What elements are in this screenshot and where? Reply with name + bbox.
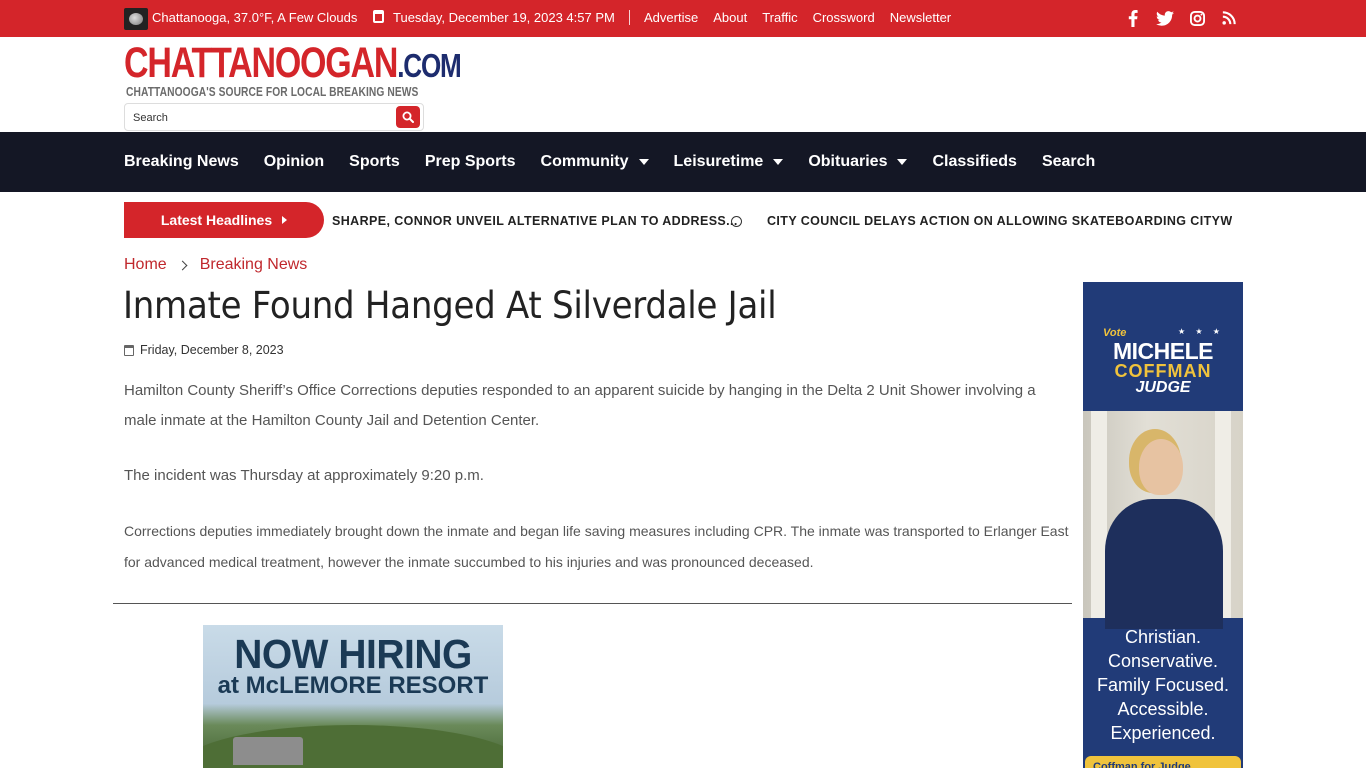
divider bbox=[629, 10, 630, 25]
ad-subheadline: at McLEMORE RESORT bbox=[217, 672, 489, 699]
caret-down-icon bbox=[638, 159, 649, 165]
site-logo[interactable]: CHATTANOOGAN.COM CHATTANOOGA'S SOURCE FO… bbox=[124, 42, 462, 100]
article-paragraph: Hamilton County Sheriff’s Office Correct… bbox=[124, 382, 1036, 429]
caret-down-icon bbox=[773, 159, 784, 165]
article-paragraph: Corrections deputies immediately brought… bbox=[124, 523, 1069, 570]
weather-cloud-icon bbox=[124, 8, 148, 30]
nav-item-label: Sports bbox=[349, 153, 400, 170]
link-newsletter[interactable]: Newsletter bbox=[890, 10, 951, 25]
caret-right-icon bbox=[282, 216, 288, 224]
ad-slogan-line: Accessible. bbox=[1117, 699, 1209, 719]
link-about[interactable]: About bbox=[713, 10, 747, 25]
nav-item-label: Opinion bbox=[263, 153, 325, 170]
nav-item-leisuretime[interactable]: Leisuretime bbox=[674, 153, 784, 171]
ad-building bbox=[233, 737, 303, 765]
current-date: Tuesday, December 19, 2023 4:57 PM bbox=[393, 10, 615, 25]
facebook-icon[interactable] bbox=[1124, 9, 1142, 27]
latest-headlines-label: Latest Headlines bbox=[160, 212, 273, 228]
article-date-text: Friday, December 8, 2023 bbox=[140, 343, 284, 357]
ad-cta-button[interactable]: Coffman for Judge bbox=[1085, 756, 1241, 768]
breadcrumb: Home Breaking News bbox=[124, 256, 307, 274]
ad-office: JUDGE bbox=[1135, 379, 1191, 396]
top-links: Advertise About Traffic Crossword Newsle… bbox=[644, 10, 951, 25]
photo-figure-head bbox=[1139, 439, 1183, 495]
nav-item-search[interactable]: Search bbox=[1042, 153, 1095, 171]
nav-item-opinion[interactable]: Opinion bbox=[264, 153, 324, 171]
ad-campaign-sidebar[interactable]: Vote ★ ★ ★ MICHELE COFFMAN JUDGE Christi… bbox=[1083, 282, 1243, 768]
nav-item-obituaries[interactable]: Obituaries bbox=[808, 153, 908, 171]
logo-main-text: CHATTANOOGAN bbox=[124, 39, 398, 87]
ad-slogan-line: Christian. bbox=[1124, 627, 1202, 647]
nav-item-sports[interactable]: Sports bbox=[349, 153, 400, 171]
top-bar: Chattanooga, 37.0°F, A Few Clouds Tuesda… bbox=[0, 0, 1366, 37]
logo-com-text: .COM bbox=[397, 47, 462, 84]
article-paragraph: The incident was Thursday at approximate… bbox=[124, 467, 484, 484]
nav-item-breaking-news[interactable]: Breaking News bbox=[124, 153, 239, 171]
link-traffic[interactable]: Traffic bbox=[762, 10, 797, 25]
ad-headline: NOW HIRING bbox=[234, 631, 472, 677]
circle-separator-icon bbox=[731, 216, 742, 227]
rss-icon[interactable] bbox=[1220, 9, 1238, 27]
nav-item-label: Search bbox=[1041, 153, 1096, 170]
ticker-headline[interactable]: CITY COUNCIL DELAYS ACTION ON ALLOWING S… bbox=[767, 214, 1232, 228]
ad-candidate-photo bbox=[1083, 411, 1243, 629]
header-search bbox=[124, 103, 424, 131]
link-crossword[interactable]: Crossword bbox=[813, 10, 875, 25]
social-links bbox=[1124, 9, 1238, 27]
ad-slogan-line: Experienced. bbox=[1110, 723, 1216, 743]
nav-item-label: Classifieds bbox=[932, 153, 1017, 170]
ad-slogan-line: Conservative. bbox=[1107, 651, 1219, 671]
caret-down-icon bbox=[897, 159, 908, 165]
nav-item-classifieds[interactable]: Classifieds bbox=[932, 153, 1016, 171]
search-button[interactable] bbox=[396, 106, 420, 128]
article-title: Inmate Found Hanged At Silverdale Jail bbox=[123, 284, 777, 327]
article-date: Friday, December 8, 2023 bbox=[124, 343, 284, 357]
nav-item-label: Community bbox=[540, 153, 629, 170]
nav-items: Breaking News Opinion Sports Prep Sports Com… bbox=[124, 132, 1095, 192]
nav-item-prep-sports[interactable]: Prep Sports bbox=[425, 153, 516, 171]
nav-item-community[interactable]: Community bbox=[541, 153, 649, 171]
calendar-icon bbox=[124, 344, 134, 356]
headline-ticker: SHARPE, CONNOR UNVEIL ALTERNATIVE PLAN T… bbox=[332, 213, 1232, 231]
logo-wordmark: CHATTANOOGAN.COM bbox=[124, 42, 462, 87]
nav-item-label: Leisuretime bbox=[673, 153, 764, 170]
ad-now-hiring[interactable]: NOW HIRING at McLEMORE RESORT bbox=[203, 625, 503, 768]
search-icon bbox=[402, 111, 414, 123]
breadcrumb-section[interactable]: Breaking News bbox=[200, 256, 308, 274]
instagram-icon[interactable] bbox=[1188, 9, 1206, 27]
ad-slogan: Christian. Conservative. Family Focused.… bbox=[1083, 625, 1243, 745]
nav-item-label: Prep Sports bbox=[424, 153, 516, 170]
twitter-icon[interactable] bbox=[1156, 9, 1174, 27]
photo-figure-body bbox=[1105, 499, 1223, 629]
ticker-headline[interactable]: SHARPE, CONNOR UNVEIL ALTERNATIVE PLAN T… bbox=[332, 214, 738, 228]
breadcrumb-home[interactable]: Home bbox=[124, 256, 167, 274]
logo-tagline: CHATTANOOGA'S SOURCE FOR LOCAL BREAKING … bbox=[126, 85, 419, 99]
ad-stars: ★ ★ ★ bbox=[1178, 327, 1224, 336]
ad-slogan-line: Family Focused. bbox=[1096, 675, 1230, 695]
main-nav: Breaking News Opinion Sports Prep Sports Com… bbox=[0, 132, 1366, 192]
divider bbox=[113, 603, 1072, 604]
calendar-icon bbox=[373, 10, 384, 23]
link-advertise[interactable]: Advertise bbox=[644, 10, 698, 25]
nav-item-label: Breaking News bbox=[124, 153, 239, 170]
weather-text: Chattanooga, 37.0°F, A Few Clouds bbox=[152, 10, 358, 25]
latest-headlines-button[interactable]: Latest Headlines bbox=[124, 202, 324, 238]
nav-item-label: Obituaries bbox=[808, 153, 888, 170]
search-input[interactable] bbox=[133, 108, 383, 128]
chevron-right-icon bbox=[177, 260, 188, 270]
